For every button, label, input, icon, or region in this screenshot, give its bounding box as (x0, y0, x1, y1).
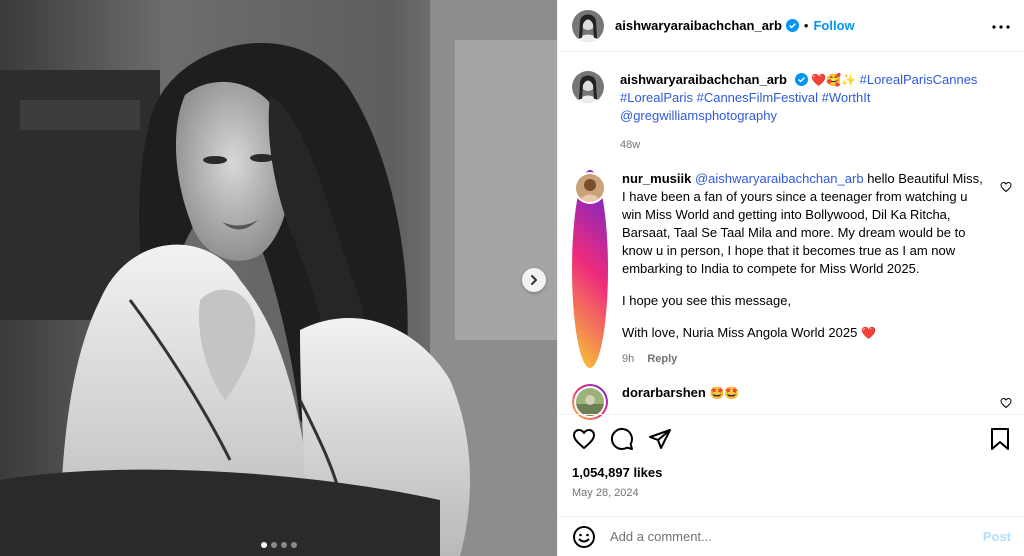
comment-button[interactable] (610, 427, 634, 451)
comment-meta: 9h Reply (622, 350, 989, 368)
heart-icon (1000, 397, 1012, 409)
comment-input[interactable] (610, 529, 950, 544)
comment-text: I hope you see this message, (622, 293, 792, 308)
comment-age: 9h (622, 353, 635, 365)
next-slide-button[interactable] (522, 268, 546, 292)
post-comment-button[interactable]: Post (983, 529, 1011, 544)
add-comment-bar: Post (558, 516, 1024, 556)
like-button[interactable] (572, 427, 596, 451)
more-options-button[interactable] (991, 17, 1011, 42)
slide-dot (280, 542, 287, 548)
comment-text: hello Beautiful Miss, I have been a fan … (622, 171, 983, 276)
verified-badge-icon (794, 73, 808, 86)
avatar[interactable] (572, 71, 604, 103)
comment-like-button[interactable] (1000, 396, 1012, 414)
heart-emoji: ❤️ (860, 326, 876, 340)
chevron-right-icon (531, 275, 537, 285)
heart-icon (1000, 181, 1012, 193)
save-button[interactable] (989, 427, 1011, 456)
mention-link[interactable]: @gregwilliamsphotography (620, 107, 985, 125)
avatar (576, 388, 604, 416)
hashtag-link[interactable]: #LorealParisCannes (860, 72, 978, 87)
avatar[interactable] (572, 9, 604, 42)
avatar (576, 174, 604, 202)
post-media[interactable] (0, 0, 557, 556)
comment-like-button[interactable] (1000, 180, 1012, 198)
bookmark-icon (991, 428, 1009, 450)
comment-body: nur_musiik @aishwaryaraibachchan_arb hel… (622, 170, 989, 368)
comment-icon (610, 427, 633, 450)
slide-indicator (0, 542, 557, 548)
mention-link[interactable]: @aishwaryaraibachchan_arb (695, 171, 864, 186)
slide-dot (270, 542, 277, 548)
caption-age: 48w (620, 139, 641, 151)
verified-badge-icon (785, 19, 799, 32)
caption-body: aishwaryaraibachchan_arb ❤️🥰✨ #LorealPar… (620, 71, 985, 154)
header-username[interactable]: aishwaryaraibachchan_arb (615, 18, 782, 33)
post-photo (0, 0, 557, 556)
follow-button[interactable]: Follow (813, 18, 854, 33)
caption-username[interactable]: aishwaryaraibachchan_arb (620, 72, 787, 87)
slide-dot (290, 542, 297, 548)
heart-icon (573, 429, 595, 449)
emoji-picker-button[interactable] (572, 525, 596, 549)
separator: • (803, 18, 809, 33)
post-panel: aishwaryaraibachchan_arb • Follow aishwa… (557, 0, 1024, 556)
post-actions: 1,054,897 likes May 28, 2024 (558, 414, 1024, 516)
slide-dot (260, 542, 267, 548)
comment-text: With love, Nuria Miss Angola World 2025 (622, 325, 858, 340)
smiley-icon (573, 525, 595, 548)
story-ring[interactable] (572, 170, 608, 368)
comment-item: nur_musiik @aishwaryaraibachchan_arb hel… (572, 170, 1012, 368)
post-header: aishwaryaraibachchan_arb • Follow (558, 0, 1024, 52)
reply-button[interactable]: Reply (647, 353, 677, 365)
hashtag-links[interactable]: #LorealParis #CannesFilmFestival #WorthI… (620, 89, 985, 107)
post-caption: aishwaryaraibachchan_arb ❤️🥰✨ #LorealPar… (572, 71, 1012, 154)
share-button[interactable] (648, 427, 672, 451)
more-horizontal-icon (992, 25, 1010, 29)
likes-count[interactable]: 1,054,897 likes (572, 465, 662, 480)
post-date[interactable]: May 28, 2024 (572, 487, 639, 499)
comment-username[interactable]: nur_musiik (622, 171, 691, 186)
caption-emojis: ❤️🥰✨ (811, 73, 856, 87)
share-icon (649, 429, 671, 449)
comment-text: 🤩🤩 (709, 386, 740, 400)
comment-username[interactable]: dorarbarshen (622, 385, 706, 400)
